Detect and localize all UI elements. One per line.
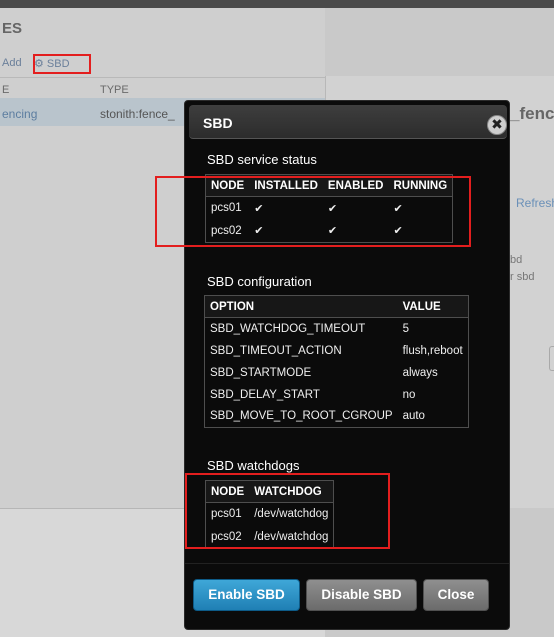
detail-text-1: bd (510, 254, 523, 266)
value-cell: always (402, 366, 438, 379)
table-row: SBD_DELAY_START no (205, 384, 469, 406)
close-button[interactable]: Close (423, 579, 489, 611)
option-cell: SBD_MOVE_TO_ROOT_CGROUP (210, 410, 393, 423)
column-header-type: TYPE (100, 84, 129, 96)
resources-title: ES (2, 20, 23, 37)
highlight-service-status (155, 176, 471, 247)
table-header-row: OPTION VALUE (204, 295, 469, 318)
service-status-title: SBD service status (207, 152, 317, 167)
enable-sbd-button[interactable]: Enable SBD (193, 579, 300, 611)
option-cell: SBD_TIMEOUT_ACTION (210, 344, 342, 357)
watchdogs-title: SBD watchdogs (207, 458, 300, 473)
close-icon[interactable]: ✖ (487, 115, 507, 135)
table-row: SBD_TIMEOUT_ACTION flush,reboot (205, 340, 469, 362)
column-header-name: E (2, 84, 10, 96)
value-cell: 5 (402, 322, 409, 335)
table-row: SBD_MOVE_TO_ROOT_CGROUP auto (205, 406, 469, 428)
configuration-table: OPTION VALUE SBD_WATCHDOG_TIMEOUT 5 SBD_… (204, 295, 469, 428)
disable-sbd-button[interactable]: Disable SBD (306, 579, 417, 611)
refresh-link[interactable]: Refresh (516, 196, 554, 210)
highlight-sbd-button (33, 54, 91, 74)
top-bar (0, 0, 554, 8)
value-cell: flush,reboot (402, 344, 463, 357)
detail-control-edge (549, 346, 554, 371)
column-header: OPTION (204, 295, 398, 318)
value-cell: no (402, 388, 416, 401)
configuration-title: SBD configuration (207, 274, 312, 289)
column-header: VALUE (397, 295, 469, 318)
dialog-titlebar: SBD ✖ (189, 105, 507, 139)
option-cell: SBD_STARTMODE (210, 366, 312, 379)
resource-detail-title: _fenc (510, 104, 554, 123)
add-resource-link[interactable]: Add (2, 57, 22, 69)
dialog-title: SBD (203, 115, 233, 131)
option-cell: SBD_WATCHDOG_TIMEOUT (210, 322, 366, 335)
resource-row-type: stonith:fence_ (100, 107, 175, 121)
divider (0, 77, 325, 78)
highlight-watchdogs (185, 473, 390, 549)
table-row: SBD_WATCHDOG_TIMEOUT 5 (205, 318, 469, 340)
resource-row-name[interactable]: encing (2, 107, 37, 121)
value-cell: auto (402, 410, 425, 423)
table-row: SBD_STARTMODE always (205, 362, 469, 384)
option-cell: SBD_DELAY_START (210, 388, 320, 401)
detail-text-2: r sbd (510, 271, 535, 283)
button-bar-divider (185, 563, 509, 564)
